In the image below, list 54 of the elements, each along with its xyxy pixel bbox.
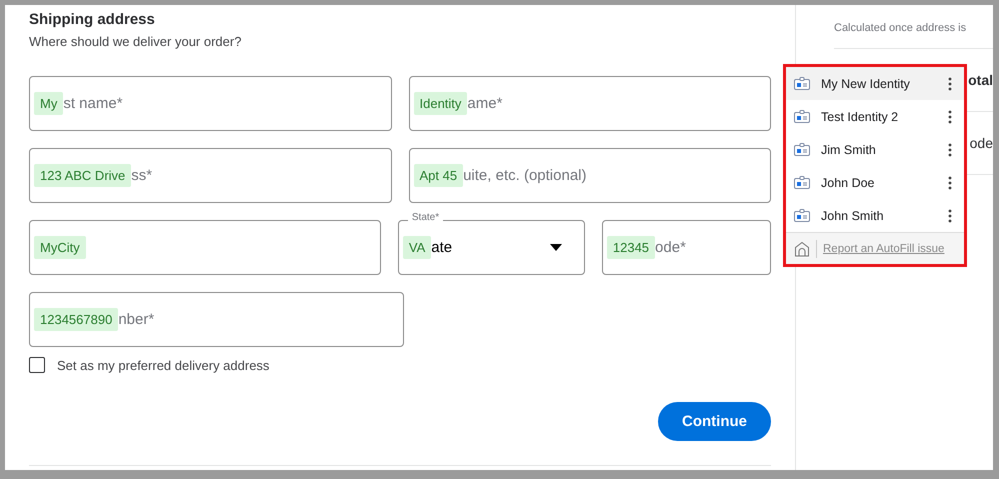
input-field[interactable]: MyCity — [29, 220, 381, 275]
more-options-icon[interactable] — [948, 76, 952, 90]
input-field[interactable]: Apt 45 uite, etc. (optional) — [408, 148, 771, 203]
field-placeholder: uite, etc. (optional) — [463, 167, 586, 184]
identity-item[interactable]: John Doe — [786, 166, 964, 199]
identity-item[interactable]: Jim Smith — [786, 133, 964, 166]
more-options-icon[interactable] — [948, 110, 952, 124]
more-options-icon[interactable] — [948, 208, 952, 222]
continue-button[interactable]: Continue — [658, 402, 771, 441]
identity-name: Test Identity 2 — [821, 110, 900, 124]
input-field[interactable]: 12345 ode* — [602, 220, 771, 275]
identity-item[interactable]: Test Identity 2 — [786, 100, 964, 133]
identity-name: John Doe — [821, 176, 876, 190]
section-title: Shipping address — [29, 11, 156, 28]
identity-name: Jim Smith — [821, 142, 877, 156]
input-field[interactable]: 123 ABC Drive ss* — [29, 148, 392, 203]
identity-item[interactable]: John Smith — [786, 199, 964, 232]
input-field[interactable]: Identity ame* — [408, 76, 771, 131]
field-placeholder: st name* — [63, 95, 123, 112]
id-card-icon — [794, 143, 810, 156]
autofilled-value: Apt 45 — [414, 164, 464, 187]
id-card-icon — [794, 77, 810, 90]
promo-code-label: ode — [970, 135, 993, 151]
autofilled-value: My — [34, 92, 64, 115]
more-options-icon[interactable] — [948, 142, 952, 156]
id-card-icon — [794, 176, 810, 189]
autofilled-value: VA — [402, 236, 432, 259]
caret-icon — [550, 244, 562, 251]
autofilled-value: Identity — [414, 92, 468, 115]
total-label: otal — [968, 72, 993, 88]
field-label: State* — [408, 212, 444, 223]
field-placeholder: ame* — [467, 95, 502, 112]
id-card-icon — [794, 110, 810, 123]
identity-name: John Smith — [821, 208, 885, 222]
input-field[interactable]: 1234567890 nber* — [29, 292, 404, 347]
house-icon — [794, 240, 810, 256]
autofilled-value: 1234567890 — [34, 308, 118, 331]
identity-item[interactable]: My New Identity — [786, 67, 964, 100]
taxes-note: Calculated once address is — [834, 22, 968, 34]
state-select[interactable]: VA ate — [398, 220, 585, 275]
checkbox[interactable] — [29, 357, 45, 373]
field-placeholder: nber* — [118, 311, 154, 328]
identity-name: My New Identity — [821, 76, 911, 90]
field-placeholder: ss* — [131, 167, 152, 184]
field-placeholder: ode* — [655, 239, 686, 256]
autofilled-value: 12345 — [606, 236, 656, 259]
input-field[interactable]: My st name* — [29, 76, 392, 131]
autofilled-value: 123 ABC Drive — [34, 164, 132, 187]
select-text: ate — [431, 239, 452, 256]
more-options-icon[interactable] — [948, 176, 952, 190]
checkbox-label: Set as my preferred delivery address — [57, 358, 270, 372]
autofilled-value: MyCity — [34, 236, 86, 259]
id-card-icon — [794, 209, 810, 222]
section-subtitle: Where should we deliver your order? — [29, 34, 242, 49]
